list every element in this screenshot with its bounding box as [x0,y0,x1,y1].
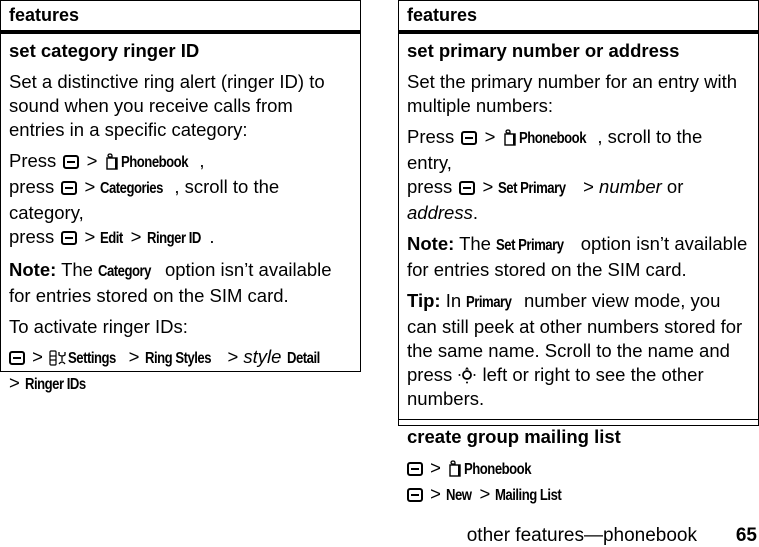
menu-item-ring-styles: Ring Styles [144,350,212,367]
phonebook-icon [449,460,461,477]
note: Note: The Set Primary option isn’t avail… [407,233,748,280]
phonebook-icon [503,129,516,146]
activate-text: To activate ringer IDs: [9,316,188,337]
menu-item-phonebook: Phonebook [464,461,532,478]
features-table-left: features set category ringer ID Set a di… [0,0,361,393]
section-title: set primary number or address [407,40,680,61]
menu-item-settings: Settings [68,350,116,367]
nav-key-icon [458,367,476,384]
feature-section-category-ringer-id: set category ringer ID Set a distinctive… [1,38,360,397]
feature-section-primary-number: set primary number or address Set the pr… [399,38,758,419]
note: Note: The Category option isn’t availabl… [9,259,332,306]
features-table-right: features set primary number or address S… [398,0,759,504]
feature-section-mailing-list: create group mailing list > Phonebook > … [399,419,758,508]
menu-item-edit: Edit [100,230,124,247]
menu-item-mailing-list: Mailing List [495,487,562,504]
section-title: create group mailing list [407,426,621,447]
menu-item-set-primary: Set Primary [498,180,567,197]
settings-icon [49,350,66,366]
menu-item-new: New [446,487,472,504]
note-label: Note: [407,233,455,254]
instruction-steps: Press > Phonebook, scroll to the entry, … [407,126,703,223]
menu-item-categories: Categories [100,180,164,197]
menu-item-phonebook: Phonebook [518,130,586,147]
tip: Tip: In Primary number view mode, you ca… [407,290,743,409]
menu-item-ringer-ids: Ringer IDs [24,376,86,393]
table-header: features [399,1,758,34]
menu-key-icon [61,181,78,195]
note-label: Note: [9,259,57,280]
activate-path: > Settings > Ring Styles > style Detail … [9,345,352,397]
section-title: set category ringer ID [9,40,200,61]
page-number: 65 [735,525,757,546]
section-description: Set the primary number for an entry with… [407,71,738,116]
menu-key-icon [63,155,80,169]
menu-item-detail: Detail [286,350,320,367]
phonebook-icon [105,153,118,170]
page-footer: other features—phonebook 65 [0,526,759,546]
menu-key-icon [461,131,478,145]
section-description: Set a distinctive ring alert (ringer ID)… [9,71,325,140]
footer-chapter-title: other features—phonebook [466,525,697,546]
menu-key-icon [407,488,423,502]
menu-item-ringer-id: Ringer ID [146,230,201,247]
instruction-steps: Press > Phonebook, press > Categories, s… [9,149,352,251]
menu-key-icon [459,181,476,195]
menu-key-icon [9,351,25,365]
table-header: features [1,1,360,34]
menu-item-phonebook: Phonebook [120,154,188,171]
menu-key-icon [407,462,423,476]
menu-key-icon [61,231,78,245]
instruction-steps: > Phonebook > New > Mailing List [407,456,750,508]
tip-label: Tip: [407,290,441,311]
